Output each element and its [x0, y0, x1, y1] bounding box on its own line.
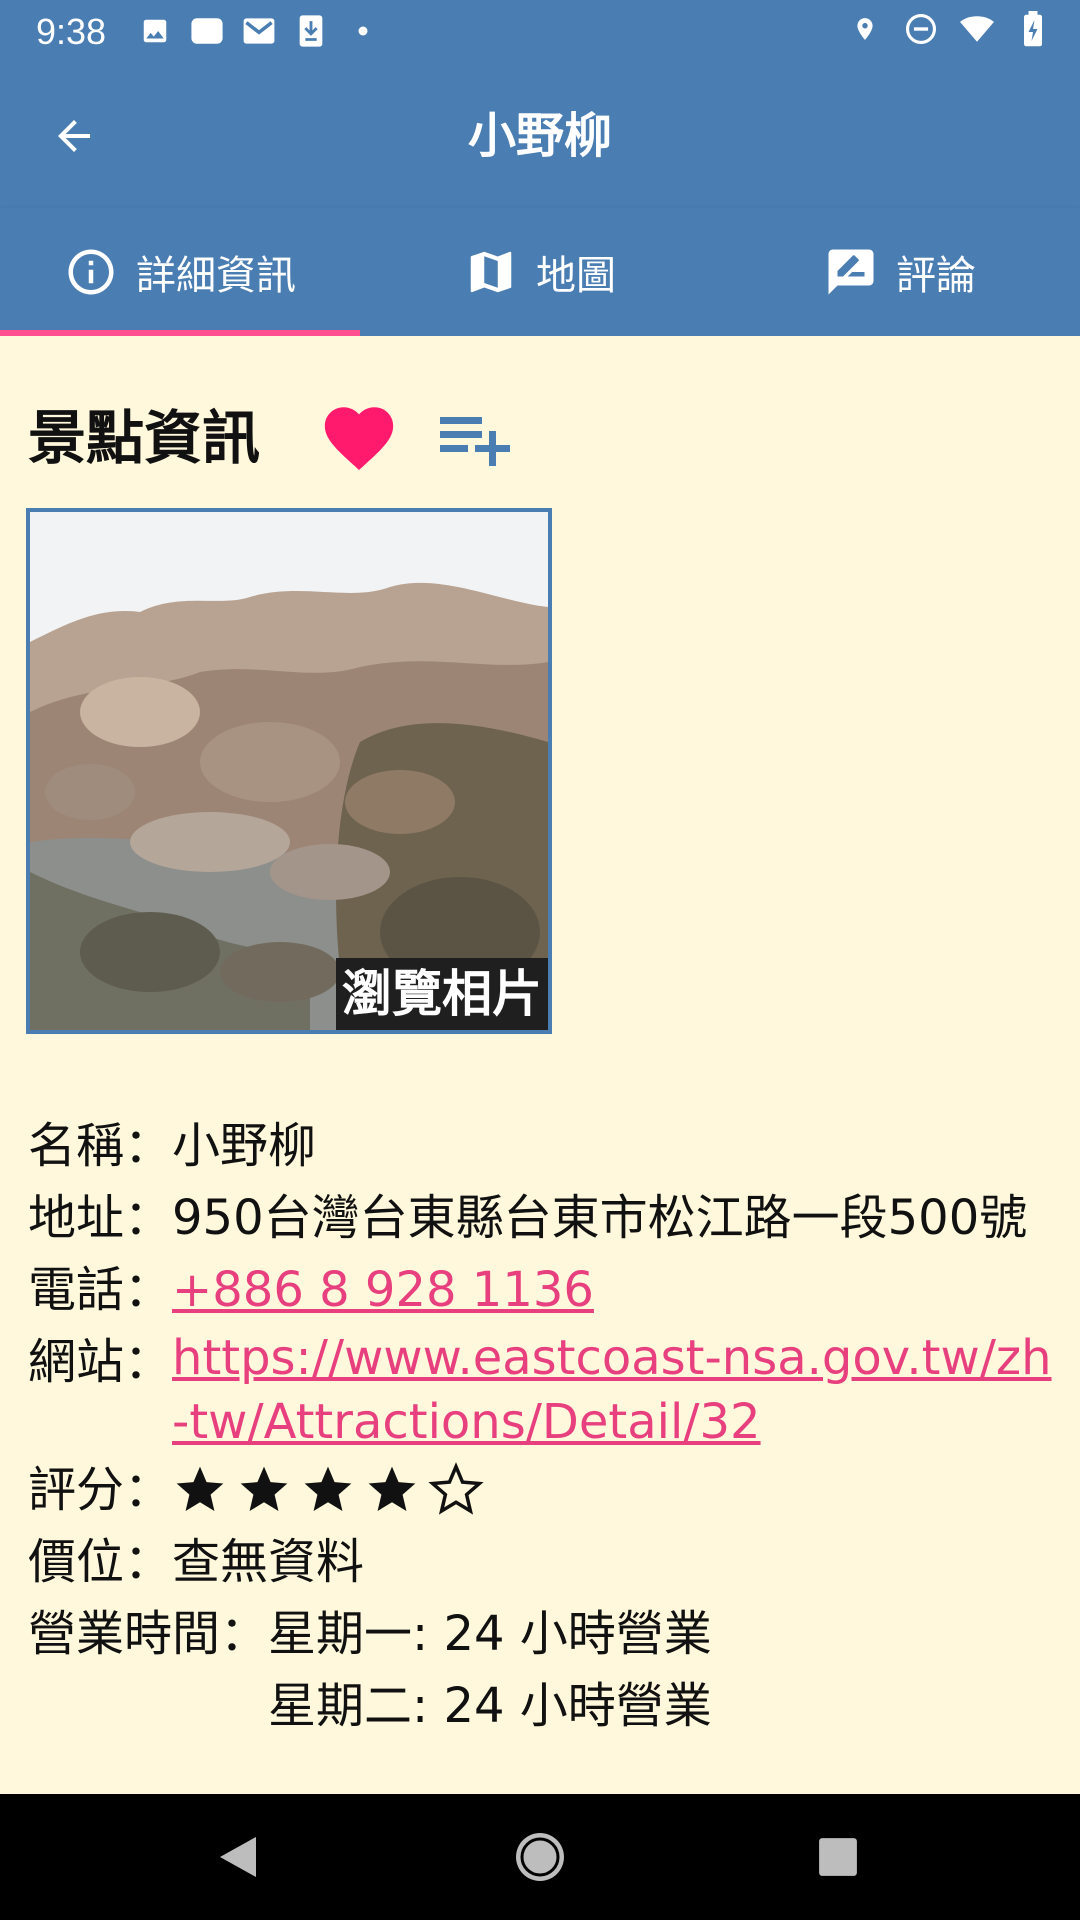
star-filled-icon — [304, 1466, 352, 1511]
dropbox-icon — [190, 14, 224, 48]
back-triangle-icon — [220, 1837, 256, 1877]
price-value: 查無資料 — [172, 1534, 365, 1590]
wifi-icon — [960, 12, 994, 46]
location-icon — [848, 12, 882, 46]
image-icon — [138, 14, 172, 48]
system-nav-bar — [0, 1794, 1080, 1920]
phone-link[interactable]: +886 8 928 1136 — [172, 1262, 594, 1318]
section-title: 景點資訊 — [28, 404, 261, 472]
info-row-price: 價位： 查無資料 — [28, 1526, 1068, 1598]
status-time: 9:38 — [36, 11, 107, 52]
website-link[interactable]: https://www.eastcoast-nsa.gov.tw/zh -tw/… — [172, 1326, 1068, 1454]
do-not-disturb-icon — [904, 12, 938, 46]
info-row-name: 名稱： 小野柳 — [28, 1110, 1068, 1182]
photo-browser[interactable]: 瀏覽相片 — [26, 508, 552, 1034]
app-bar: 小野柳 — [0, 64, 1080, 208]
playlist-add-icon — [440, 417, 511, 466]
hours-line: 星期二: 24 小時營業 — [268, 1678, 712, 1734]
info-row-address: 地址： 950台灣台東縣台東市松江路一段500號 — [28, 1182, 1068, 1254]
hours-label: 營業時間： — [28, 1606, 269, 1662]
nav-back-button[interactable] — [203, 1824, 273, 1890]
battery-charging-icon — [1016, 11, 1050, 47]
info-row-phone: 電話： +886 8 928 1136 — [28, 1254, 1068, 1326]
tab-details[interactable]: 詳細資訊 — [0, 208, 360, 336]
home-circle-icon — [516, 1833, 564, 1881]
name-label: 名稱： — [28, 1118, 173, 1174]
heart-icon — [324, 407, 394, 470]
star-empty-icon — [428, 1462, 484, 1515]
mail-icon — [242, 14, 276, 48]
info-row-website: 網站： https://www.eastcoast-nsa.gov.tw/zh … — [28, 1326, 1068, 1454]
hours-line: 星期一: 24 小時營業 — [268, 1606, 712, 1662]
browse-photos-label: 瀏覽相片 — [336, 958, 548, 1030]
notification-icons — [138, 14, 380, 48]
page-title: 小野柳 — [467, 108, 612, 164]
info-row-hours: 營業時間： 星期一: 24 小時營業 星期二: 24 小時營業 — [28, 1598, 1068, 1742]
attraction-info: 名稱： 小野柳 地址： 950台灣台東縣台東市松江路一段500號 電話： +88… — [28, 1110, 1068, 1742]
dot-icon — [346, 14, 380, 48]
section-header: 景點資訊 — [28, 396, 520, 480]
hours-list: 星期一: 24 小時營業 星期二: 24 小時營業 — [268, 1598, 712, 1742]
download-icon — [294, 14, 328, 48]
map-icon — [464, 245, 518, 299]
favorite-button[interactable] — [318, 397, 400, 479]
status-bar: 9:38 — [0, 0, 1080, 64]
attraction-photo — [30, 512, 548, 1030]
tab-reviews-label: 評論 — [896, 253, 976, 299]
tab-map-label: 地圖 — [536, 253, 616, 299]
website-link-line1: https://www.eastcoast-nsa.gov.tw/zh — [172, 1330, 1052, 1386]
system-icons — [848, 11, 1050, 47]
star-filled-icon — [176, 1466, 224, 1511]
tab-map[interactable]: 地圖 — [360, 208, 720, 336]
star-filled-icon — [368, 1466, 416, 1511]
details-content[interactable]: 景點資訊 瀏覽相片 名稱： 小野柳 地址： 950台灣台東縣台東市松江路一段50… — [0, 336, 1080, 1794]
tab-bar: 詳細資訊 地圖 評論 — [0, 208, 1080, 336]
rating-label: 評分： — [28, 1462, 173, 1518]
tab-details-label: 詳細資訊 — [136, 253, 296, 299]
recents-square-icon — [819, 1838, 857, 1876]
nav-home-button[interactable] — [505, 1824, 575, 1890]
address-value: 950台灣台東縣台東市松江路一段500號 — [172, 1190, 1028, 1246]
website-link-line2: -tw/Attractions/Detail/32 — [172, 1394, 761, 1450]
price-label: 價位： — [28, 1534, 173, 1590]
rate-review-icon — [824, 245, 878, 299]
name-value: 小野柳 — [172, 1118, 317, 1174]
add-to-list-button[interactable] — [430, 397, 520, 479]
star-filled-icon — [240, 1466, 288, 1511]
rating-stars — [172, 1454, 484, 1526]
address-label: 地址： — [28, 1190, 173, 1246]
info-icon — [64, 245, 118, 299]
info-row-rating: 評分： — [28, 1454, 1068, 1526]
tab-reviews[interactable]: 評論 — [720, 208, 1080, 336]
phone-label: 電話： — [28, 1262, 173, 1318]
nav-recents-button[interactable] — [803, 1824, 873, 1890]
website-label: 網站： — [28, 1334, 173, 1390]
